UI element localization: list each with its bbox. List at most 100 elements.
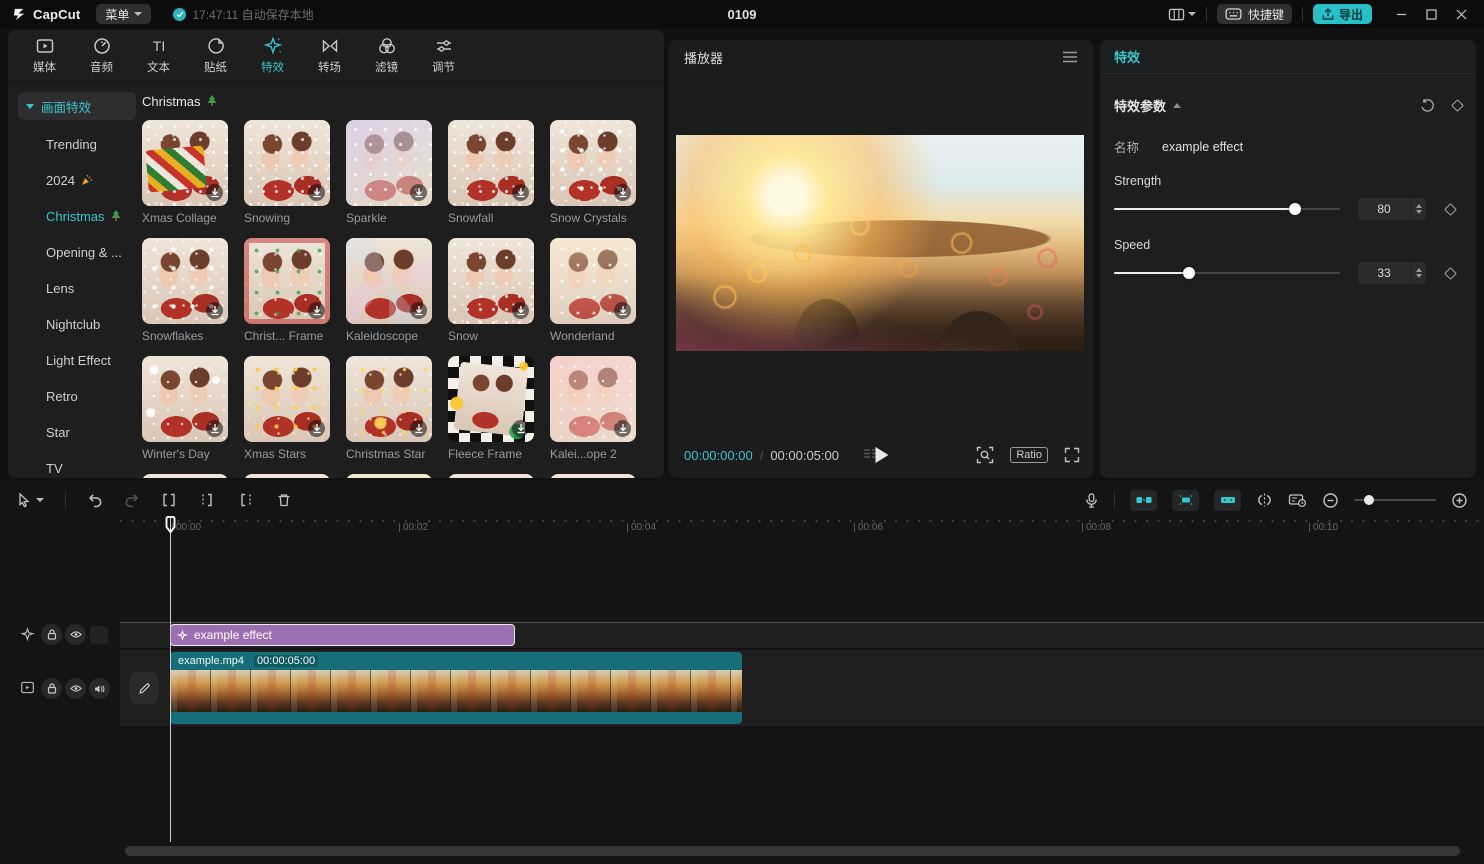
redo-icon[interactable] (124, 492, 140, 508)
effect-card[interactable]: Christmas Star (346, 356, 432, 462)
autosave-status: 17:47:11 自动保存本地 (173, 6, 313, 23)
maximize-button[interactable] (1418, 3, 1444, 25)
effect-card[interactable]: Fleece Frame (448, 356, 534, 462)
tab-label: 媒体 (33, 59, 56, 75)
video-track-mute-button[interactable] (89, 678, 110, 699)
effect-card[interactable]: Snowing (244, 120, 330, 226)
delete-icon[interactable] (276, 492, 292, 508)
zoom-in-icon[interactable] (1451, 492, 1468, 509)
timeline-ruler[interactable]: 00:00 00:02 00:04 00:06 00:08 00:10 (0, 518, 1484, 538)
keyframe-diamond-icon[interactable] (1444, 203, 1457, 216)
effect-track-lock-button[interactable] (41, 624, 62, 645)
effect-card[interactable]: Xmas Stars (244, 356, 330, 462)
collapse-caret-icon[interactable] (1173, 103, 1181, 108)
effect-card[interactable]: Kalei...ope 2 (550, 356, 636, 462)
sidebar-item-lens[interactable]: Lens (18, 270, 136, 306)
playhead-handle[interactable] (165, 516, 176, 533)
linkage-toggle[interactable] (1172, 490, 1199, 511)
effect-card[interactable] (448, 474, 534, 478)
ruler-label: 00:08 (1082, 522, 1111, 533)
effect-card[interactable] (142, 474, 228, 478)
effect-card[interactable]: Xmas Collage (142, 120, 228, 226)
video-track-hide-button[interactable] (65, 678, 86, 699)
video-track-lock-button[interactable] (41, 678, 62, 699)
sidebar-item-retro[interactable]: Retro (18, 378, 136, 414)
effect-card[interactable] (550, 474, 636, 478)
sidebar-item-label: 2024 (46, 173, 75, 188)
preview-axis-toggle[interactable] (1214, 490, 1241, 511)
zoom-out-icon[interactable] (1322, 492, 1339, 509)
close-button[interactable] (1448, 3, 1474, 25)
sidebar-item-christmas[interactable]: Christmas (18, 198, 136, 234)
keyframe-diamond-icon[interactable] (1451, 99, 1464, 112)
timeline-zoom-slider[interactable] (1354, 494, 1436, 506)
delete-right-icon[interactable] (237, 492, 255, 508)
effect-card[interactable]: Snow (448, 238, 534, 344)
video-clip[interactable]: example.mp4 00:00:05:00 (170, 652, 742, 724)
keyframe-diamond-icon[interactable] (1444, 267, 1457, 280)
section-title: Christmas (142, 90, 658, 112)
tab-effects[interactable]: 特效 (244, 36, 301, 75)
effect-track-hide-button[interactable] (65, 624, 86, 645)
speed-slider[interactable] (1114, 266, 1340, 280)
tab-filters[interactable]: 滤镜 (358, 36, 415, 75)
tab-audio[interactable]: 音频 (73, 36, 130, 75)
reset-icon[interactable] (1420, 98, 1435, 113)
strength-stepper[interactable] (1411, 198, 1426, 220)
fullscreen-icon[interactable] (1064, 447, 1080, 463)
effect-card[interactable]: Sparkle (346, 120, 432, 226)
effect-card[interactable]: Snowfall (448, 120, 534, 226)
workspace-layout-button[interactable] (1168, 7, 1196, 22)
slider-thumb[interactable] (1364, 495, 1374, 505)
param-label: Speed (1114, 238, 1462, 252)
effect-card[interactable]: Winter's Day (142, 356, 228, 462)
sidebar-item-light-effect[interactable]: Light Effect (18, 342, 136, 378)
sidebar-item-trending[interactable]: Trending (18, 126, 136, 162)
focus-zoom-icon[interactable] (976, 446, 994, 464)
sidebar-item-nightclub[interactable]: Nightclub (18, 306, 136, 342)
timeline-horizontal-scrollbar[interactable] (125, 846, 1460, 856)
export-button[interactable]: 导出 (1313, 4, 1372, 24)
play-button[interactable] (876, 447, 889, 463)
snap-toggle[interactable] (1130, 490, 1157, 511)
mirror-split-icon[interactable] (1256, 492, 1273, 508)
undo-icon[interactable] (87, 492, 103, 508)
record-voiceover-icon[interactable] (1084, 492, 1099, 509)
minimize-button[interactable] (1388, 3, 1414, 25)
ratio-button[interactable]: Ratio (1010, 447, 1048, 463)
tab-adjust[interactable]: 调节 (415, 36, 472, 75)
split-icon[interactable] (161, 492, 177, 508)
sidebar-item-opening[interactable]: Opening & ... (18, 234, 136, 270)
tab-stickers[interactable]: 贴纸 (187, 36, 244, 75)
sidebar-item-tv[interactable]: TV (18, 450, 136, 478)
tab-transitions[interactable]: 转场 (301, 36, 358, 75)
shortcuts-button[interactable]: 快捷键 (1217, 4, 1292, 24)
strength-slider[interactable] (1114, 202, 1340, 216)
effect-card[interactable] (346, 474, 432, 478)
effect-card[interactable] (244, 474, 330, 478)
effect-card[interactable]: Wonderland (550, 238, 636, 344)
tab-text[interactable]: TI 文本 (130, 36, 187, 75)
menu-button[interactable]: 菜单 (96, 4, 151, 24)
slider-thumb[interactable] (1183, 267, 1195, 279)
select-tool-button[interactable] (16, 492, 44, 508)
effect-card[interactable]: Snow Crystals (550, 120, 636, 226)
effect-clip[interactable]: example effect (170, 624, 515, 646)
render-preview-icon[interactable] (1288, 492, 1307, 508)
effect-card[interactable]: Kaleidoscope (346, 238, 432, 344)
edit-track-button[interactable] (130, 672, 158, 704)
sidebar-item-screen-effects[interactable]: 画面特效 (18, 92, 136, 120)
effect-card[interactable]: Christ... Frame (244, 238, 330, 344)
sidebar-item-star[interactable]: Star (18, 414, 136, 450)
speed-stepper[interactable] (1411, 262, 1426, 284)
slider-thumb[interactable] (1289, 203, 1301, 215)
delete-left-icon[interactable] (198, 492, 216, 508)
effect-card[interactable]: Snowflakes (142, 238, 228, 344)
sidebar-item-2024[interactable]: 2024 (18, 162, 136, 198)
speed-value-input[interactable]: 33 (1358, 262, 1410, 284)
player-menu-icon[interactable] (1062, 51, 1078, 63)
tab-media[interactable]: 媒体 (16, 36, 73, 75)
track-header-slot (90, 626, 108, 644)
strength-value-input[interactable]: 80 (1358, 198, 1410, 220)
video-preview[interactable] (676, 135, 1084, 351)
